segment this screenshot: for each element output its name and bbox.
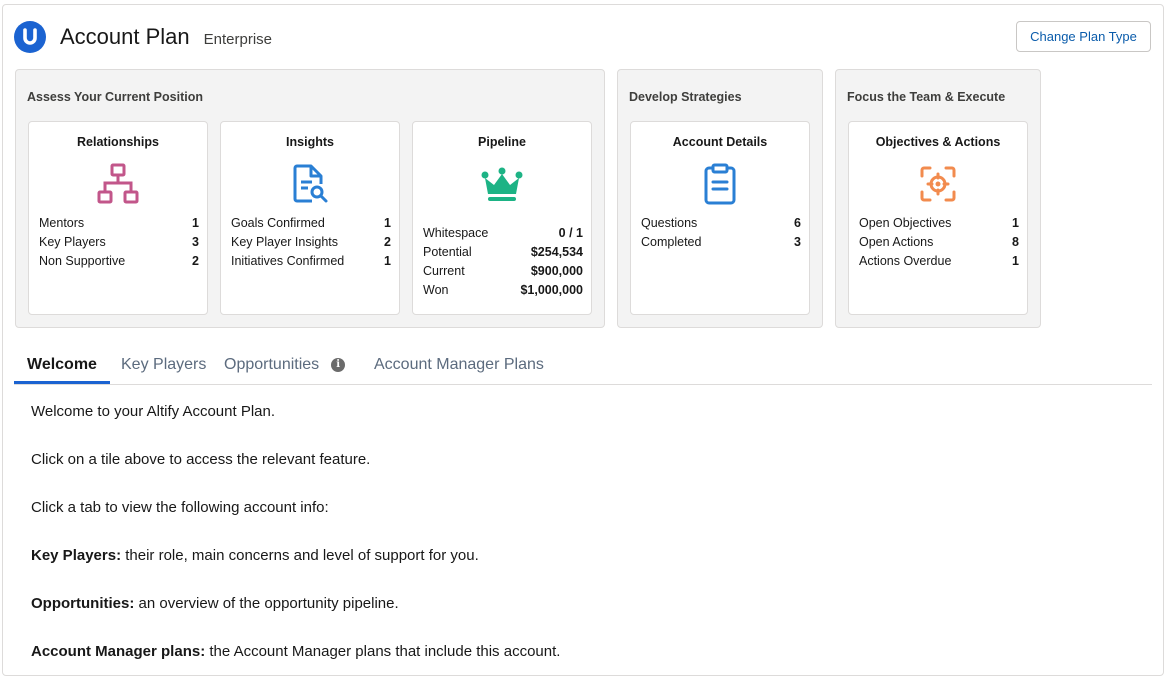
welcome-opportunities: Opportunities: an overview of the opport… [31, 592, 560, 640]
stat-row: Key Player Insights 2 [231, 233, 391, 252]
stat-value: 2 [192, 254, 199, 268]
insights-tile[interactable]: Insights Goals Confirmed 1 Key Player Ins… [220, 121, 400, 315]
focus-group-title: Focus the Team & Execute [847, 90, 1006, 104]
plan-type-label: Enterprise [203, 30, 273, 48]
stat-value: 0 / 1 [558, 226, 583, 240]
logo-u-icon [23, 28, 37, 45]
tab-opportunities-label: Opportunities [224, 356, 320, 373]
stat-row: Actions Overdue 1 [859, 252, 1019, 271]
tab-opportunities[interactable]: Opportunities i [224, 346, 346, 383]
develop-group-title: Develop Strategies [629, 90, 742, 104]
account-details-stats: Questions 6 Completed 3 [641, 214, 801, 252]
tab-bar: Welcome Key Players Opportunities i Accou… [14, 346, 1152, 385]
stat-row: Questions 6 [641, 214, 801, 233]
stat-label: Current [423, 264, 465, 278]
welcome-intro: Welcome to your Altify Account Plan. [31, 403, 276, 420]
stat-row: Mentors 1 [39, 214, 199, 233]
assess-group-title: Assess Your Current Position [27, 90, 203, 104]
stat-value: 1 [1012, 216, 1019, 230]
stat-value: 3 [192, 235, 199, 249]
stat-label: Potential [423, 245, 472, 259]
account-details-tile[interactable]: Account Details Questions 6 Completed 3 [630, 121, 810, 315]
stat-row: Open Actions 8 [859, 233, 1019, 252]
key-players-description: their role, main concerns and level of s… [121, 547, 479, 564]
stat-row: Whitespace 0 / 1 [423, 224, 583, 243]
tab-account-manager-plans[interactable]: Account Manager Plans [374, 346, 544, 383]
stat-value: 1 [384, 216, 391, 230]
relationships-stats: Mentors 1 Key Players 3 Non Supportive 2 [39, 214, 199, 271]
stat-label: Won [423, 283, 449, 297]
tab-welcome[interactable]: Welcome [14, 346, 110, 384]
tab-key-players[interactable]: Key Players [121, 346, 206, 383]
stat-value: 2 [384, 235, 391, 249]
pipeline-tile[interactable]: Pipeline Whitespace 0 / 1 Potential $254,5… [412, 121, 592, 315]
insights-stats: Goals Confirmed 1 Key Player Insights 2 In… [231, 214, 391, 271]
document-search-icon [293, 164, 328, 203]
change-plan-type-button[interactable]: Change Plan Type [1016, 21, 1151, 52]
welcome-tab-hint: Click a tab to view the following accoun… [31, 499, 329, 516]
stat-value: $1,000,000 [520, 283, 583, 297]
page-header: Account Plan Enterprise [14, 20, 272, 54]
org-chart-icon [97, 163, 139, 204]
stat-label: Whitespace [423, 226, 489, 240]
stat-value: 6 [794, 216, 801, 230]
insights-title: Insights [286, 135, 334, 149]
amp-description: the Account Manager plans that include t… [205, 643, 561, 660]
develop-group: Develop Strategies Account Details Quest… [617, 69, 823, 328]
welcome-amp: Account Manager plans: the Account Manag… [31, 640, 560, 688]
stat-value: 1 [1012, 254, 1019, 268]
stat-value: $900,000 [530, 264, 583, 278]
altify-logo [14, 21, 46, 53]
stat-label: Goals Confirmed [231, 216, 325, 230]
assess-group: Assess Your Current Position Relationshi… [15, 69, 605, 328]
key-players-term: Key Players: [31, 547, 122, 564]
account-details-title: Account Details [672, 135, 768, 149]
clipboard-icon [704, 163, 736, 205]
objectives-actions-tile[interactable]: Objectives & Actions Open Objectives 1 Op… [848, 121, 1028, 315]
stat-label: Actions Overdue [859, 254, 952, 268]
stat-value: 1 [192, 216, 199, 230]
stat-label: Questions [641, 216, 698, 230]
stat-row: Non Supportive 2 [39, 252, 199, 271]
stat-label: Open Actions [859, 235, 934, 249]
stat-row: Current $900,000 [423, 262, 583, 281]
stat-label: Key Player Insights [231, 235, 338, 249]
opportunities-description: an overview of the opportunity pipeline. [134, 595, 399, 612]
welcome-key-players: Key Players: their role, main concerns a… [31, 544, 560, 592]
opportunities-term: Opportunities: [31, 595, 135, 612]
target-icon [920, 166, 956, 202]
objectives-actions-title: Objectives & Actions [875, 135, 1001, 149]
stat-row: Key Players 3 [39, 233, 199, 252]
welcome-content: Welcome to your Altify Account Plan. Cli… [31, 400, 560, 688]
stat-row: Goals Confirmed 1 [231, 214, 391, 233]
stat-row: Won $1,000,000 [423, 281, 583, 300]
pipeline-stats: Whitespace 0 / 1 Potential $254,534 Curren… [423, 224, 583, 300]
info-icon[interactable]: i [331, 357, 346, 372]
welcome-tile-hint: Click on a tile above to access the rele… [31, 451, 371, 468]
stat-label: Mentors [39, 216, 85, 230]
stat-row: Potential $254,534 [423, 243, 583, 262]
stat-label: Open Objectives [859, 216, 952, 230]
stat-value: 8 [1012, 235, 1019, 249]
page-title: Account Plan [60, 24, 190, 49]
stat-value: $254,534 [530, 245, 583, 259]
relationships-title: Relationships [77, 135, 159, 149]
objectives-stats: Open Objectives 1 Open Actions 8 Actions O… [859, 214, 1019, 271]
stat-label: Key Players [39, 235, 106, 249]
stat-row: Open Objectives 1 [859, 214, 1019, 233]
stat-label: Initiatives Confirmed [231, 254, 345, 268]
crown-icon [481, 167, 523, 201]
amp-term: Account Manager plans: [31, 643, 206, 660]
stat-label: Completed [641, 235, 702, 249]
stat-label: Non Supportive [39, 254, 126, 268]
stat-value: 3 [794, 235, 801, 249]
pipeline-title: Pipeline [478, 135, 526, 149]
stat-row: Initiatives Confirmed 1 [231, 252, 391, 271]
focus-group: Focus the Team & Execute Objectives & Ac… [835, 69, 1041, 328]
relationships-tile[interactable]: Relationships Mentors 1 Key Players 3 Non … [28, 121, 208, 315]
stat-row: Completed 3 [641, 233, 801, 252]
stat-value: 1 [384, 254, 391, 268]
